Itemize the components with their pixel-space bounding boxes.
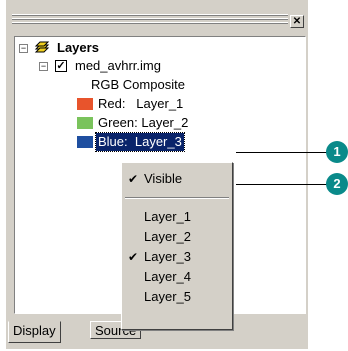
layers-label: Layers	[57, 40, 99, 55]
callout-2-leader	[236, 184, 334, 185]
menu-item-layer-3[interactable]: ✔ Layer_3	[122, 247, 232, 267]
menu-item-label: Layer_2	[144, 229, 191, 244]
menu-item-layer-4[interactable]: Layer_4	[122, 267, 232, 287]
callout-1-badge: 1	[326, 141, 348, 163]
layer-visibility-checkbox[interactable]: ✓	[55, 60, 67, 72]
menu-item-label: Layer_3	[144, 249, 191, 264]
menu-item-layer-2[interactable]: Layer_2	[122, 227, 232, 247]
menu-item-label: Layer_1	[144, 209, 191, 224]
collapse-icon[interactable]: −	[19, 44, 28, 53]
composite-label: RGB Composite	[91, 77, 185, 92]
menu-item-label: Layer_5	[144, 289, 191, 304]
tree-root-row[interactable]: − Layers	[19, 39, 219, 57]
tab-display[interactable]: Display	[8, 321, 61, 343]
menu-separator	[125, 197, 229, 199]
titlebar-grip-3-shadow	[12, 23, 288, 24]
band-label: Red: Layer_1	[98, 96, 184, 111]
titlebar-grip-shadow	[12, 15, 288, 16]
color-swatch-blue	[77, 136, 93, 148]
band-label-selected: Blue: Layer_3	[95, 132, 185, 152]
menu-item-label: Layer_4	[144, 269, 191, 284]
checkmark-icon: ✔	[128, 172, 139, 186]
collapse-icon[interactable]: −	[39, 62, 48, 71]
close-icon: ✕	[292, 16, 302, 27]
checkmark-icon: ✔	[128, 250, 139, 264]
color-swatch-red	[77, 98, 93, 110]
color-swatch-green	[77, 117, 93, 129]
menu-item-label: Visible	[144, 171, 183, 186]
menu-item-layer-5[interactable]: Layer_5	[122, 287, 232, 307]
band-row-green[interactable]: Green: Layer_2	[77, 114, 277, 132]
layer-name: med_avhrr.img	[75, 58, 161, 73]
band-label: Green: Layer_2	[98, 115, 189, 130]
panel-titlebar[interactable]: ✕	[6, 0, 308, 34]
menu-item-layer-1[interactable]: Layer_1	[122, 207, 232, 227]
band-row-red[interactable]: Red: Layer_1	[77, 95, 277, 113]
band-row-blue[interactable]: Blue: Layer_3	[77, 132, 277, 152]
menu-item-visible[interactable]: ✔ Visible	[122, 169, 232, 189]
callout-1-leader	[236, 152, 334, 153]
close-button[interactable]: ✕	[290, 15, 304, 28]
context-menu: ✔ Visible Layer_1 Layer_2 ✔ Layer_3 Laye…	[121, 162, 233, 330]
layer-row[interactable]: − ✓ med_avhrr.img	[39, 57, 259, 75]
callout-2-badge: 2	[326, 173, 348, 195]
titlebar-grip-2-shadow	[12, 19, 288, 20]
